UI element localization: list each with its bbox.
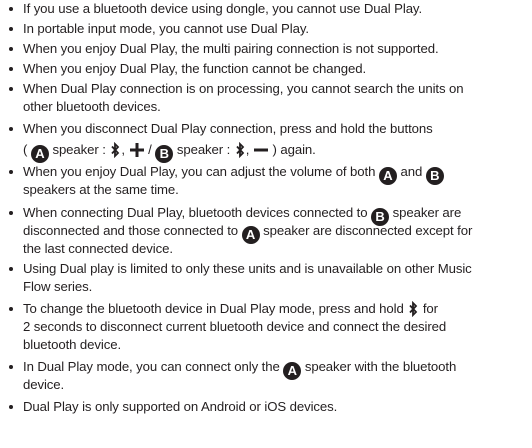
line: Dual Play is only supported on Android o… (23, 399, 338, 414)
line: When you enjoy Dual Play, you can adjust… (23, 163, 532, 185)
list-item-text: When Dual Play connection is on processi… (23, 80, 532, 116)
line: To change the bluetooth device in Dual P… (23, 300, 532, 318)
plus-icon (129, 142, 145, 163)
text-span: for (422, 301, 438, 316)
bullet-dot (9, 307, 13, 311)
bluetooth-icon (234, 141, 246, 163)
list-item-text: When connecting Dual Play, bluetooth dev… (23, 204, 532, 258)
line: When you enjoy Dual Play, the multi pair… (23, 41, 439, 56)
text-span: speaker with the bluetooth (304, 359, 457, 374)
list-item-text: When you disconnect Dual Play connection… (23, 120, 532, 163)
minus-icon (253, 142, 269, 163)
line: In portable input mode, you cannot use D… (23, 21, 309, 36)
line: When Dual Play connection is on processi… (23, 81, 464, 96)
bullet-dot (9, 7, 13, 11)
text-span: and (400, 164, 423, 179)
text-span: To change the bluetooth device in Dual P… (23, 301, 404, 316)
text-span: In Dual Play mode, you can connect only … (23, 359, 280, 374)
list-item-text: In portable input mode, you cannot use D… (23, 20, 532, 38)
line: Using Dual play is limited to only these… (23, 261, 472, 276)
bullet-dot (9, 27, 13, 31)
speaker-a-badge: A (241, 226, 260, 244)
line: When you disconnect Dual Play connection… (23, 121, 433, 136)
bluetooth-icon (109, 141, 121, 163)
line: device. (23, 377, 65, 392)
list-item-text: To change the bluetooth device in Dual P… (23, 300, 532, 354)
document-page: If you use a bluetooth device using dong… (0, 0, 532, 448)
bullet-dot (9, 211, 13, 215)
open-paren: ( (23, 142, 28, 157)
slash: / (148, 142, 152, 157)
bullet-dot (9, 127, 13, 131)
line: When connecting Dual Play, bluetooth dev… (23, 204, 532, 226)
speaker-a-badge: A (30, 145, 49, 163)
speaker-a-badge: A (378, 167, 397, 185)
text-span: speaker are (392, 205, 462, 220)
line: If you use a bluetooth device using dong… (23, 1, 423, 16)
bullet-dot (9, 405, 13, 409)
speaker-b-badge: B (155, 145, 174, 163)
line: other bluetooth devices. (23, 99, 161, 114)
bullet-dot (9, 47, 13, 51)
bullet-dot (9, 170, 13, 174)
list-item-text: When you enjoy Dual Play, the multi pair… (23, 40, 532, 58)
list-item-text: If you use a bluetooth device using dong… (23, 0, 532, 18)
text-span: disconnected and those connected to (23, 223, 238, 238)
bullet-dot (9, 267, 13, 271)
list-item-text: Using Dual play is limited to only these… (23, 260, 532, 296)
line: Flow series. (23, 279, 93, 294)
button-combination-line: ( A speaker : , / B speaker: ,) again. (23, 141, 316, 163)
line: disconnected and those connected to A sp… (23, 222, 532, 244)
list-item-text: Dual Play is only supported on Android o… (23, 398, 532, 416)
bullet-dot (9, 67, 13, 71)
bullet-dot (9, 87, 13, 91)
list-item-text: When you enjoy Dual Play, you can adjust… (23, 163, 532, 199)
speaker-a-label: speaker : (52, 142, 106, 157)
line: 2 seconds to disconnect current bluetoot… (23, 319, 447, 334)
speaker-b-label: speaker : (176, 142, 231, 157)
text-span: When you enjoy Dual Play, you can adjust… (23, 164, 376, 179)
close-text: ) again. (272, 142, 316, 157)
list-item-text: When you enjoy Dual Play, the function c… (23, 60, 532, 78)
line: When you enjoy Dual Play, the function c… (23, 61, 367, 76)
bullet-dot (9, 365, 13, 369)
speaker-b-badge: B (425, 167, 444, 185)
line: In Dual Play mode, you can connect only … (23, 358, 532, 380)
text-span: When connecting Dual Play, bluetooth dev… (23, 205, 368, 220)
text-span: speaker are disconnected except for (263, 223, 473, 238)
line: bluetooth device. (23, 337, 122, 352)
line: the last connected device. (23, 241, 173, 256)
list-item-text: In Dual Play mode, you can connect only … (23, 358, 532, 394)
line: speakers at the same time. (23, 182, 179, 197)
